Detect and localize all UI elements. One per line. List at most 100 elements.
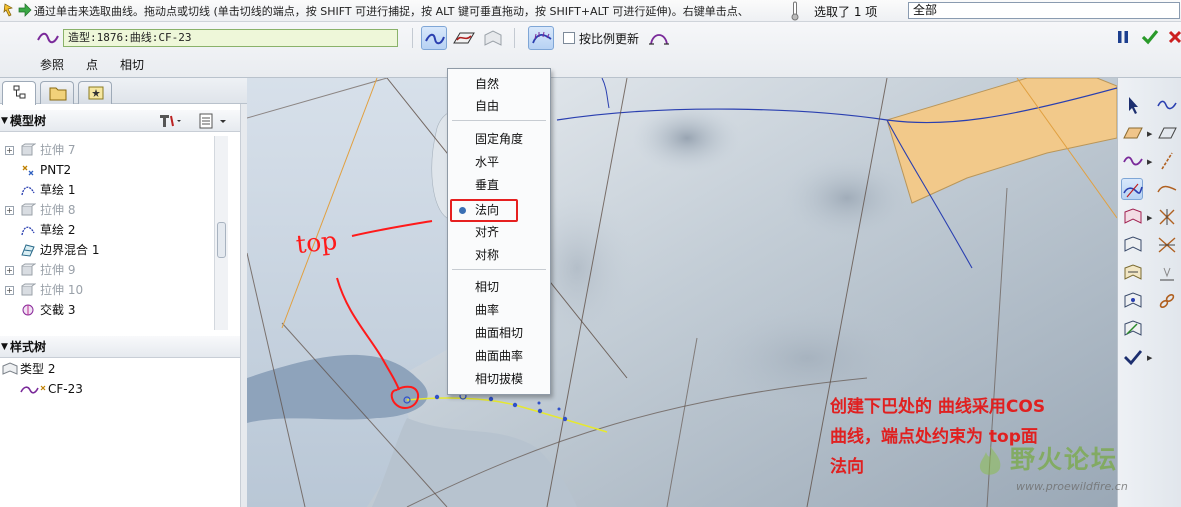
tab-references[interactable]: 参照 — [40, 56, 64, 73]
expand-icon[interactable]: + — [5, 266, 14, 275]
dropdown-arrow-icon[interactable]: ▶ — [1147, 354, 1152, 362]
curve-project-button[interactable] — [1156, 178, 1178, 200]
selection-filter-select[interactable]: 全部 — [908, 2, 1180, 19]
menu-item-symmetric[interactable]: 对称 — [448, 244, 550, 266]
expand-icon[interactable]: + — [5, 146, 14, 155]
menu-item-normal[interactable]: 法向 — [448, 199, 550, 222]
proportional-update-label: 按比例更新 — [579, 32, 640, 46]
menu-item-horizontal[interactable]: 水平 — [448, 151, 550, 173]
folder-icon — [49, 87, 67, 101]
datum-point-icon — [22, 165, 34, 176]
surface-button[interactable] — [1122, 206, 1144, 228]
tree-item[interactable]: 交截 3 — [0, 300, 228, 320]
cos-curve-button[interactable] — [480, 26, 506, 50]
tab-tangent[interactable]: 相切 — [120, 56, 144, 73]
curve-button[interactable] — [1122, 150, 1144, 172]
tab-favorites[interactable] — [78, 81, 112, 104]
curve-options-button[interactable] — [646, 26, 672, 50]
cos-curve-icon — [20, 385, 46, 394]
tree-item[interactable]: + 拉伸 8 — [0, 200, 228, 220]
done-button[interactable] — [1122, 346, 1144, 368]
show-menu-icon[interactable] — [198, 113, 232, 129]
close-icon[interactable] — [1167, 28, 1181, 46]
curve-icon — [1123, 156, 1143, 166]
tree-item[interactable]: PNT2 — [0, 160, 228, 180]
forward-arrow-icon — [18, 3, 32, 17]
surface-analysis-icon — [1124, 320, 1142, 336]
menu-item-curvature[interactable]: 曲率 — [448, 299, 550, 321]
extrude-icon — [21, 283, 36, 296]
tab-folder-browser[interactable] — [40, 81, 74, 104]
collapse-triangle-icon[interactable]: ▼ — [1, 110, 8, 132]
dropdown-arrow-icon[interactable]: ▶ — [1147, 158, 1152, 166]
tab-points[interactable]: 点 — [86, 56, 98, 73]
tree-item[interactable]: 草绘 1 — [0, 180, 228, 200]
curve-wave-button[interactable] — [1156, 94, 1178, 116]
toolbar-separator — [412, 28, 413, 48]
check-icon[interactable] — [1141, 28, 1159, 46]
tree-item[interactable]: 边界混合 1 — [0, 240, 228, 260]
model-tree-header: ▼ 模型树 — [0, 110, 240, 132]
menu-item-fixed-angle[interactable]: 固定角度 — [448, 128, 550, 150]
expand-icon[interactable]: + — [5, 286, 14, 295]
menu-item-tangent-draft[interactable]: 相切拔模 — [448, 368, 550, 390]
dropdown-arrow-icon[interactable]: ▶ — [1147, 130, 1152, 138]
menu-item-surface-curvature[interactable]: 曲面曲率 — [448, 345, 550, 367]
thermometer-icon — [791, 1, 799, 21]
green-arrow-icon — [3, 3, 13, 17]
select-button[interactable] — [1122, 94, 1144, 116]
tree-item[interactable]: 类型 2 — [0, 359, 228, 379]
panel-sash[interactable] — [240, 104, 247, 507]
extend-curve-button[interactable] — [1156, 262, 1178, 284]
menu-item-align[interactable]: 对齐 — [448, 221, 550, 243]
line-button[interactable] — [1156, 150, 1178, 172]
menu-item-free[interactable]: 自由 — [448, 95, 550, 117]
trim-surface-button[interactable] — [1122, 262, 1144, 284]
scrollbar-thumb[interactable] — [217, 222, 226, 258]
menu-separator — [452, 120, 546, 121]
watermark-url: www.proewildfire.cn — [1016, 480, 1128, 493]
line-icon — [1161, 152, 1173, 170]
intersect-button[interactable] — [1156, 206, 1178, 228]
plane-outline-button[interactable] — [1156, 122, 1178, 144]
dropdown-arrow-icon[interactable]: ▶ — [1147, 214, 1152, 222]
curve-edit-button[interactable] — [1121, 178, 1143, 200]
curvature-analysis-button[interactable] — [528, 26, 554, 50]
tree-item[interactable]: + 拉伸 10 — [0, 280, 228, 300]
surface-analysis-button[interactable] — [1122, 318, 1144, 340]
split-curve-icon — [1158, 237, 1176, 253]
curve-name-field[interactable]: 造型:1876:曲线:CF-23 — [63, 29, 398, 47]
settings-tools-icon[interactable] — [157, 113, 183, 129]
tab-model-tree[interactable] — [2, 81, 36, 105]
tree-item[interactable]: + 拉伸 9 — [0, 260, 228, 280]
favorites-icon — [88, 86, 104, 100]
menu-item-vertical[interactable]: 垂直 — [448, 174, 550, 196]
menu-item-tangent[interactable]: 相切 — [448, 276, 550, 298]
free-curve-button[interactable] — [421, 26, 447, 50]
collapse-triangle-icon[interactable]: ▼ — [1, 336, 8, 358]
model-tree-scrollbar[interactable] — [214, 136, 228, 330]
planar-curve-button[interactable] — [451, 26, 477, 50]
menu-separator — [452, 269, 546, 270]
menu-item-surface-tangent[interactable]: 曲面相切 — [448, 322, 550, 344]
surface-connect-icon — [1124, 292, 1142, 308]
proportional-update-checkbox[interactable] — [563, 32, 575, 44]
tree-item[interactable]: CF-23 — [0, 379, 228, 399]
arch-curve-icon — [649, 34, 669, 45]
tree-item[interactable]: 草绘 2 — [0, 220, 228, 240]
extrude-icon — [21, 263, 36, 276]
plane-button[interactable] — [1122, 122, 1144, 144]
intersect-curve-icon — [1159, 209, 1175, 225]
expand-icon[interactable]: + — [5, 206, 14, 215]
style-tree-header: ▼ 样式树 — [0, 336, 240, 358]
tree-item[interactable]: + 拉伸 7 — [0, 140, 228, 160]
surface-connect-button[interactable] — [1122, 290, 1144, 312]
surface-edit-button[interactable] — [1122, 234, 1144, 256]
planar-curve-icon — [453, 32, 475, 44]
sketch-icon — [21, 186, 35, 196]
split-curve-button[interactable] — [1156, 234, 1178, 256]
pause-icon[interactable] — [1116, 29, 1130, 45]
boundary-blend-icon — [21, 244, 35, 257]
menu-item-natural[interactable]: 自然 — [448, 73, 550, 95]
chain-curve-button[interactable] — [1156, 290, 1178, 312]
